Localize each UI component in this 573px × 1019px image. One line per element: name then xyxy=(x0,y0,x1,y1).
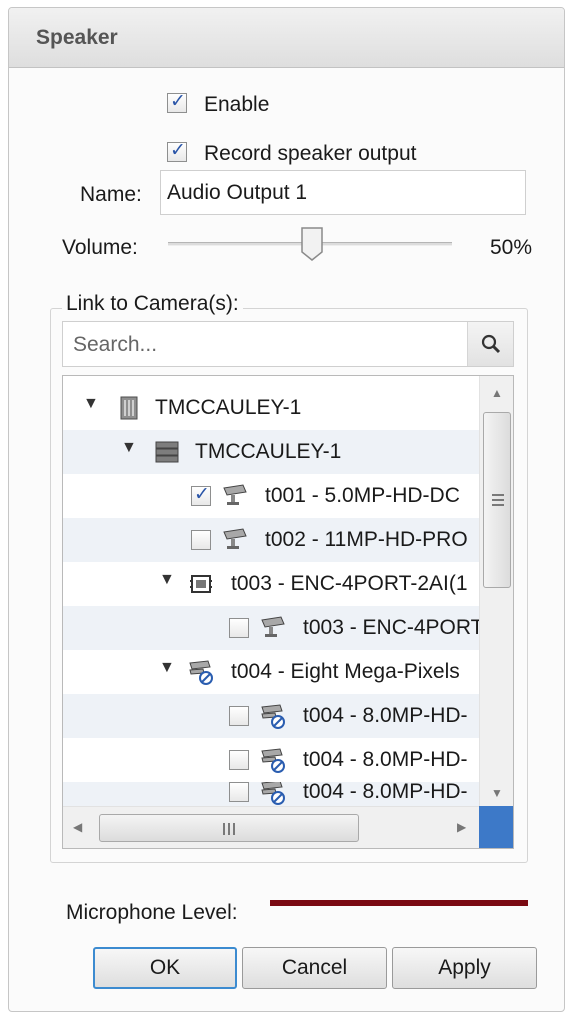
record-output-checkbox[interactable]: ✓ xyxy=(167,140,187,162)
scroll-left-arrow-icon[interactable]: ◀ xyxy=(73,820,82,834)
enable-label: Enable xyxy=(204,93,270,116)
horizontal-scroll-thumb[interactable] xyxy=(99,814,359,842)
camera-disabled-icon xyxy=(261,704,285,729)
tree-row-label: TMCCAULEY-1 xyxy=(155,396,302,419)
encoder-icon xyxy=(190,575,212,593)
expand-arrow-icon[interactable]: ▼ xyxy=(159,659,175,677)
checkmark-icon: ✓ xyxy=(170,91,186,112)
apply-button[interactable]: Apply xyxy=(392,947,537,989)
tree-row-label: t003 - ENC-4PORT-2AI(1 xyxy=(231,572,468,595)
enable-checkbox[interactable]: ✓ xyxy=(167,91,187,113)
search-icon xyxy=(481,334,501,354)
camera-icon xyxy=(223,484,247,505)
horizontal-scrollbar[interactable]: ◀ ▶ xyxy=(63,806,479,848)
tree-row-label: t004 - 8.0MP-HD- xyxy=(303,704,468,727)
ok-button[interactable]: OK xyxy=(93,947,237,989)
tree-row-label: TMCCAULEY-1 xyxy=(195,440,342,463)
tree-row[interactable]: t002 - 11MP-HD-PRO xyxy=(63,518,479,562)
search-placeholder: Search... xyxy=(73,333,158,356)
scroll-right-arrow-icon[interactable]: ▶ xyxy=(457,820,466,834)
dialog-title: Speaker xyxy=(36,26,118,49)
tree-row[interactable]: ▼ t003 - ENC-4PORT-2AI(1 xyxy=(63,562,479,606)
grip-icon xyxy=(223,823,235,835)
nvr-icon xyxy=(155,441,179,463)
camera-checkbox[interactable]: ✓ xyxy=(191,484,211,506)
tree-row[interactable]: ✓ t001 - 5.0MP-HD-DC xyxy=(63,474,479,518)
tree-row[interactable]: ▼ t004 - Eight Mega-Pixels xyxy=(63,650,479,694)
tree-row[interactable]: t004 - 8.0MP-HD- xyxy=(63,694,479,738)
search-button[interactable] xyxy=(467,322,513,366)
grip-icon xyxy=(492,494,504,506)
vertical-scroll-thumb[interactable] xyxy=(483,412,511,588)
name-input[interactable]: Audio Output 1 xyxy=(160,170,526,215)
camera-tree: ▼ TMCCAULEY-1 ▼ TMCCAULEY-1 ✓ t001 - 5.0… xyxy=(62,375,514,849)
tree-row-label: t004 - Eight Mega-Pixels xyxy=(231,660,460,683)
camera-disabled-icon xyxy=(261,748,285,773)
volume-label: Volume: xyxy=(62,236,138,259)
record-output-label: Record speaker output xyxy=(204,142,417,165)
tree-row[interactable]: t003 - ENC-4PORT xyxy=(63,606,479,650)
camera-icon xyxy=(261,616,285,637)
tree-row[interactable]: t004 - 8.0MP-HD- xyxy=(63,738,479,782)
expand-arrow-icon[interactable]: ▼ xyxy=(159,571,175,589)
camera-checkbox[interactable] xyxy=(191,530,211,550)
volume-value: 50% xyxy=(490,236,533,259)
microphone-level-label: Microphone Level: xyxy=(66,901,238,924)
expand-arrow-icon[interactable]: ▼ xyxy=(83,395,99,413)
scrollbar-corner xyxy=(479,806,513,848)
camera-search[interactable]: Search... xyxy=(62,321,514,367)
camera-disabled-icon xyxy=(261,782,285,805)
tree-row[interactable]: ▼ TMCCAULEY-1 xyxy=(63,430,479,474)
camera-icon xyxy=(223,528,247,549)
tree-row[interactable]: t004 - 8.0MP-HD- xyxy=(63,782,479,806)
volume-slider-thumb[interactable] xyxy=(300,226,324,262)
tree-row-label: t002 - 11MP-HD-PRO xyxy=(265,528,468,551)
tree-row-label: t003 - ENC-4PORT xyxy=(303,616,479,639)
title-bar[interactable]: Speaker xyxy=(9,8,564,68)
camera-checkbox[interactable] xyxy=(229,618,249,638)
tree-row[interactable]: ▼ TMCCAULEY-1 xyxy=(63,386,479,430)
vertical-scrollbar[interactable]: ▲ ▼ xyxy=(479,376,513,806)
camera-checkbox[interactable] xyxy=(229,782,249,802)
scroll-up-arrow-icon[interactable]: ▲ xyxy=(491,386,503,400)
cancel-button[interactable]: Cancel xyxy=(242,947,387,989)
tree-row-label: t004 - 8.0MP-HD- xyxy=(303,782,468,803)
server-icon xyxy=(120,396,138,420)
checkmark-icon: ✓ xyxy=(194,484,210,505)
camera-checkbox[interactable] xyxy=(229,750,249,770)
camera-disabled-icon xyxy=(189,660,213,685)
name-label: Name: xyxy=(80,183,142,206)
microphone-level-bar xyxy=(270,900,528,906)
scroll-down-arrow-icon[interactable]: ▼ xyxy=(491,786,503,800)
tree-row-label: t004 - 8.0MP-HD- xyxy=(303,748,468,771)
checkmark-icon: ✓ xyxy=(170,140,186,161)
camera-checkbox[interactable] xyxy=(229,706,249,726)
link-camera-legend: Link to Camera(s): xyxy=(62,292,243,316)
tree-row-label: t001 - 5.0MP-HD-DC xyxy=(265,484,460,507)
expand-arrow-icon[interactable]: ▼ xyxy=(121,439,137,457)
